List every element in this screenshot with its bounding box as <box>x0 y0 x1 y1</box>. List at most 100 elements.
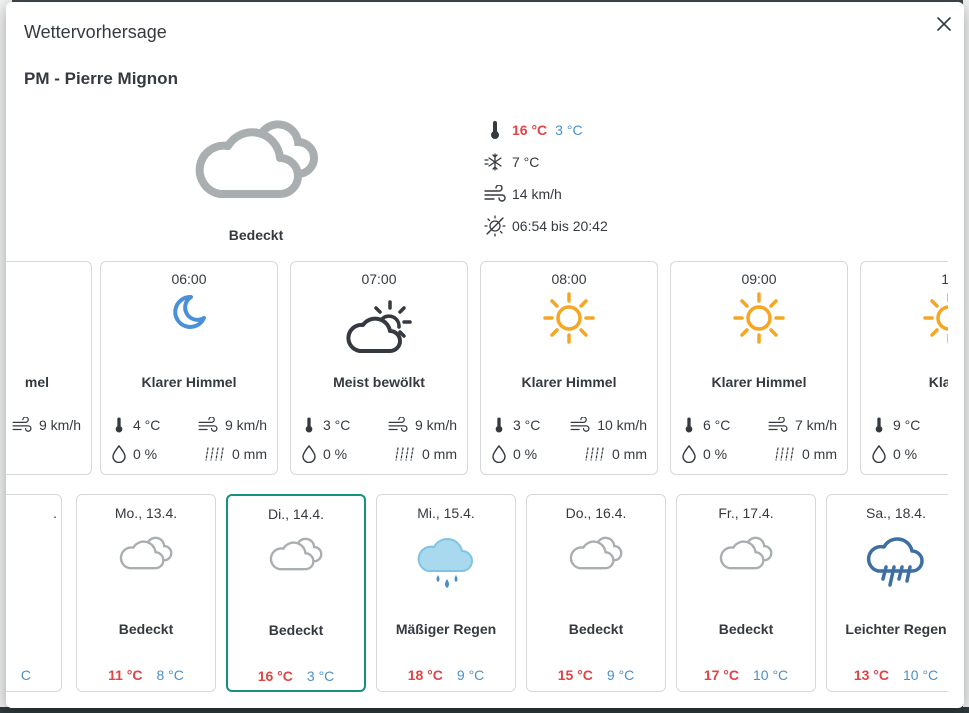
hour-precip-amount: 0 mm <box>189 445 267 463</box>
weather-forecast-modal: Wettervorhersage PM - Pierre Mignon Bede… <box>6 2 964 708</box>
stat-sun: 06:54 bis 20:42 <box>484 210 608 242</box>
day-temperatures: 17 °C 10 °C <box>677 667 815 683</box>
thermometer-icon <box>871 416 887 434</box>
daily-forecast-strip[interactable]: . C Mo., 13.4. Bedeckt 11 °C 8 °C Di., 14… <box>6 492 948 692</box>
hourly-card[interactable]: 10 Klarer 9 °C 0 % <box>860 261 948 475</box>
current-condition: Bedeckt <box>228 227 284 243</box>
daily-card[interactable]: Mo., 13.4. Bedeckt 11 °C 8 °C <box>76 494 216 692</box>
stat-temperature: 16 °C 3 °C <box>484 114 608 146</box>
hour-precip-probability: 0 % <box>301 445 379 463</box>
hour-temperature: 6 °C <box>681 416 759 434</box>
daily-card[interactable]: . C <box>6 494 62 692</box>
daily-card[interactable]: Mi., 15.4. Mäßiger Regen 18 °C 9 °C <box>376 494 516 692</box>
hour-wind-value: 7 km/h <box>794 417 837 433</box>
hour-precip-prob-value: 0 % <box>893 446 918 462</box>
thermometer-icon <box>301 416 317 434</box>
day-condition: Bedeckt <box>718 621 774 637</box>
wind-icon <box>767 416 789 434</box>
hour-condition: mel <box>24 374 49 390</box>
current-temp-max: 16 °C <box>512 122 548 138</box>
day-date: Di., 14.4. <box>267 506 325 522</box>
hour-precip-probability: 0 % <box>681 445 759 463</box>
day-condition: Mäßiger Regen <box>395 621 497 637</box>
day-condition: Bedeckt <box>118 621 174 637</box>
hourly-card[interactable]: mel 9 km/h 0 mm <box>6 261 92 475</box>
daily-card[interactable]: Sa., 18.4. Leichter Regen 13 °C 10 °C <box>826 494 948 692</box>
hourly-card[interactable]: 07:00 Meist bewölkt 3 °C 9 km/h 0 % 0 mm <box>290 261 468 475</box>
hour-wind-value: 9 km/h <box>38 417 81 433</box>
day-temperatures: 15 °C 9 °C <box>527 667 665 683</box>
hour-temperature: 3 °C <box>301 416 379 434</box>
hour-wind: 9 km/h <box>379 416 457 434</box>
rain-lines-icon <box>584 445 606 463</box>
day-temp-max: 17 °C <box>703 667 739 683</box>
hour-time: 10 <box>941 271 948 287</box>
hour-wind: 10 km/h <box>569 416 647 434</box>
sun-icon <box>481 292 657 344</box>
cloudy-icon <box>228 536 364 571</box>
location-title: PM - Pierre Mignon <box>24 69 178 88</box>
stat-feels-like: 7 °C <box>484 146 608 178</box>
daily-card[interactable]: Fr., 17.4. Bedeckt 17 °C 10 °C <box>676 494 816 692</box>
hour-precip-value: 0 mm <box>802 446 837 462</box>
cloudy-icon <box>77 535 215 570</box>
day-date: Mi., 15.4. <box>417 505 475 521</box>
hour-temp-value: 6 °C <box>703 417 731 433</box>
hour-precip-prob-value: 0 % <box>323 446 348 462</box>
rain-lines-icon <box>774 445 796 463</box>
wind-icon <box>387 416 409 434</box>
wind-icon <box>569 416 591 434</box>
hour-precip-probability: 0 % <box>491 445 569 463</box>
modal-title: Wettervorhersage <box>24 22 167 42</box>
hour-condition: Meist bewölkt <box>333 374 425 390</box>
hour-condition: Klarer Himmel <box>141 374 237 390</box>
hour-wind-value: 9 km/h <box>224 417 267 433</box>
thermometer-icon <box>491 416 507 434</box>
hour-temp-value: 9 °C <box>893 417 921 433</box>
hour-temperature: 4 °C <box>111 416 189 434</box>
day-temp-min: 9 °C <box>456 667 485 683</box>
hourly-forecast-strip[interactable]: mel 9 km/h 0 mm 06:00 Klarer Himmel 4 °C… <box>6 260 948 478</box>
day-temp-max: 18 °C <box>407 667 443 683</box>
sun-icon <box>861 292 948 344</box>
hour-condition: Klarer Himmel <box>521 374 617 390</box>
current-temp-min: 3 °C <box>555 122 583 138</box>
hour-condition: Klarer <box>928 374 948 390</box>
cloudy-icon <box>677 535 815 570</box>
hour-precip-probability: 0 % <box>871 445 948 463</box>
wind-icon <box>484 183 506 205</box>
close-button[interactable] <box>932 12 956 36</box>
hourly-card[interactable]: 06:00 Klarer Himmel 4 °C 9 km/h 0 % 0 mm <box>100 261 278 475</box>
hour-time: 06:00 <box>171 271 207 287</box>
cloudy-icon <box>527 535 665 570</box>
daily-card-selected[interactable]: Di., 14.4. Bedeckt 16 °C 3 °C <box>226 494 366 692</box>
hour-time: 07:00 <box>361 271 397 287</box>
daily-card[interactable]: Do., 16.4. Bedeckt 15 °C 9 °C <box>526 494 666 692</box>
hour-temp-value: 3 °C <box>513 417 541 433</box>
hour-time: 08:00 <box>551 271 587 287</box>
hourly-card[interactable]: 09:00 Klarer Himmel 6 °C 7 km/h 0 % 0 mm <box>670 261 848 475</box>
hour-time: 09:00 <box>741 271 777 287</box>
hour-precip-value: 0 mm <box>612 446 647 462</box>
hour-precip-probability: 0 % <box>111 445 189 463</box>
current-feels-like: 7 °C <box>512 154 540 170</box>
hour-temperature: 3 °C <box>491 416 569 434</box>
hour-temp-value: 4 °C <box>133 417 161 433</box>
thermometer-icon <box>681 416 697 434</box>
hour-precip-amount: 0 mm <box>379 445 457 463</box>
day-temperatures: 16 °C 3 °C <box>228 668 364 684</box>
day-temp-min: 10 °C <box>903 667 939 683</box>
day-temp-min: 10 °C <box>753 667 789 683</box>
day-date: Sa., 18.4. <box>866 505 926 521</box>
wind-icon <box>197 416 219 434</box>
hour-precip-prob-value: 0 % <box>703 446 728 462</box>
hourly-card[interactable]: 08:00 Klarer Himmel 3 °C 10 km/h 0 % 0 m… <box>480 261 658 475</box>
day-temp-min: C <box>20 667 31 683</box>
sun-icon <box>671 292 847 344</box>
hour-wind: 9 km/h <box>189 416 267 434</box>
rain-lines-icon <box>394 445 416 463</box>
wind-icon <box>11 416 33 434</box>
hour-precip-prob-value: 0 % <box>513 446 538 462</box>
close-icon <box>937 17 951 31</box>
day-temp-min: 3 °C <box>306 668 335 684</box>
